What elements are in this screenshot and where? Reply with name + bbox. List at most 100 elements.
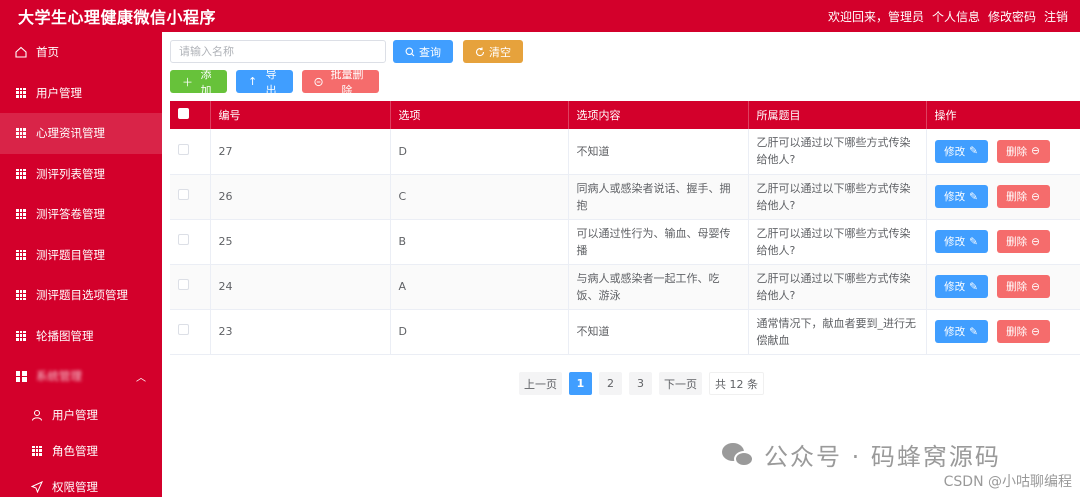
action-toolbar: ＋ 添加 ↑ 导出 批量删除 (170, 68, 379, 97)
change-password-link[interactable]: 修改密码 (988, 8, 1036, 25)
cell-question: 乙肝可以通过以下哪些方式传染给他人? (748, 219, 927, 265)
sidebar-item-label: 权限管理 (52, 479, 98, 494)
sidebar-item-label: 角色管理 (52, 443, 98, 458)
logout-link[interactable]: 注销 (1044, 8, 1068, 25)
cell-id: 23 (210, 309, 391, 355)
edit-icon: ✎ (969, 325, 978, 338)
delete-button[interactable]: 删除 ⊖ (996, 230, 1050, 253)
sidebar-item-assessment-list[interactable]: 测评列表管理 (0, 154, 162, 195)
edit-button[interactable]: 修改 ✎ (934, 275, 988, 298)
sidebar-item-label: 首页 (36, 45, 59, 60)
watermark: 公众号 · 码蜂窝源码 (722, 437, 1001, 472)
grid-icon (14, 86, 28, 100)
grid-icon (30, 444, 44, 458)
search-icon (405, 47, 415, 56)
prev-page-button[interactable]: 上一页 (519, 372, 562, 395)
delete-button[interactable]: 删除 ⊖ (996, 320, 1050, 343)
minus-circle-icon: ⊖ (1031, 190, 1040, 203)
table-row: 24 A 与病人或感染者一起工作、吃饭、游泳 乙肝可以通过以下哪些方式传染给他人… (170, 264, 1080, 310)
add-button-label: 添加 (200, 67, 212, 97)
query-button[interactable]: 查询 (393, 40, 453, 63)
edit-button[interactable]: 修改 ✎ (934, 185, 988, 208)
sidebar-item-system[interactable]: 系统管理 ︿ (0, 356, 162, 397)
clear-button[interactable]: 清空 (463, 40, 523, 63)
sidebar-subitem-permissions[interactable]: 权限管理 (0, 469, 162, 497)
refresh-icon (475, 47, 485, 56)
export-button[interactable]: ↑ 导出 (236, 68, 293, 97)
select-all-cell[interactable] (170, 101, 211, 129)
sidebar-subitem-users[interactable]: 用户管理 (0, 397, 162, 433)
profile-link[interactable]: 个人信息 (932, 8, 980, 25)
delete-button-label: 删除 (1006, 236, 1028, 248)
watermark-text: 公众号 · 码蜂窝源码 (764, 443, 1001, 471)
pagination: 上一页 1 2 3 下一页 共 12 条 (519, 372, 764, 395)
add-button[interactable]: ＋ 添加 (170, 68, 227, 97)
export-button-label: 导出 (265, 67, 277, 97)
row-checkbox[interactable] (178, 324, 189, 335)
row-checkbox[interactable] (178, 279, 189, 290)
cell-content: 同病人或感染者说话、握手、拥抱 (568, 174, 749, 220)
select-all-checkbox[interactable] (178, 108, 189, 119)
plus-icon: ＋ (182, 75, 193, 89)
home-icon (14, 45, 28, 59)
delete-button-label: 删除 (1006, 191, 1028, 203)
sidebar-item-question-options[interactable]: 测评题目选项管理 (0, 275, 162, 316)
batch-delete-button-label: 批量删除 (330, 67, 364, 97)
table-header-row: 编号 选项 选项内容 所属题目 操作 (170, 101, 1080, 129)
minus-circle-icon: ⊖ (1031, 145, 1040, 158)
next-page-button[interactable]: 下一页 (659, 372, 702, 395)
delete-button-label: 删除 (1006, 281, 1028, 293)
table-row: 26 C 同病人或感染者说话、握手、拥抱 乙肝可以通过以下哪些方式传染给他人? … (170, 174, 1080, 220)
data-table: 编号 选项 选项内容 所属题目 操作 27 D 不知道 乙肝可以通过以下哪些方式… (170, 101, 1080, 355)
sidebar-item-answer-sheets[interactable]: 测评答卷管理 (0, 194, 162, 235)
delete-button[interactable]: 删除 ⊖ (996, 185, 1050, 208)
column-header: 选项内容 (568, 101, 749, 129)
sidebar-item-label: 轮播图管理 (36, 328, 94, 343)
sidebar-item-news[interactable]: 心理资讯管理 (0, 113, 162, 154)
cell-option: D (390, 129, 569, 175)
delete-button[interactable]: 删除 ⊖ (996, 139, 1050, 163)
batch-delete-button[interactable]: 批量删除 (302, 68, 379, 97)
row-checkbox[interactable] (178, 143, 189, 155)
clear-button-label: 清空 (489, 45, 511, 59)
query-button-label: 查询 (419, 45, 441, 59)
cell-option: D (390, 309, 569, 355)
search-input[interactable] (170, 40, 386, 63)
cell-question: 乙肝可以通过以下哪些方式传染给他人? (748, 264, 927, 310)
cell-question: 乙肝可以通过以下哪些方式传染给他人? (748, 129, 927, 175)
row-checkbox[interactable] (178, 189, 189, 200)
sidebar-subitem-roles[interactable]: 角色管理 (0, 433, 162, 469)
cell-content: 不知道 (568, 309, 749, 355)
edit-button[interactable]: 修改 ✎ (934, 230, 988, 253)
column-header: 操作 (926, 101, 1080, 129)
sidebar-item-label: 心理资讯管理 (36, 126, 105, 141)
row-checkbox[interactable] (178, 234, 189, 245)
column-header: 编号 (210, 101, 391, 129)
delete-button-label: 删除 (1006, 326, 1028, 338)
welcome-text: 欢迎回来，管理员 (827, 9, 924, 24)
total-count: 共 12 条 (709, 372, 764, 395)
cell-id: 25 (210, 219, 391, 265)
cell-id: 27 (210, 129, 391, 175)
delete-button[interactable]: 删除 ⊖ (996, 275, 1050, 298)
delete-button-label: 删除 (1006, 145, 1028, 158)
sidebar-item-home[interactable]: 首页 (0, 32, 162, 73)
cell-option: C (390, 174, 569, 220)
grid4-icon (14, 369, 28, 383)
edit-button-label: 修改 (944, 281, 966, 293)
grid-icon (14, 207, 28, 221)
sidebar-item-carousel[interactable]: 轮播图管理 (0, 316, 162, 357)
page-2-button[interactable]: 2 (599, 372, 622, 395)
sidebar-item-questions[interactable]: 测评题目管理 (0, 235, 162, 276)
page-1-button[interactable]: 1 (569, 372, 592, 395)
edit-button[interactable]: 修改 ✎ (934, 139, 988, 163)
sidebar-item-label: 测评列表管理 (36, 166, 105, 181)
table-row: 25 B 可以通过性行为、输血、母婴传播 乙肝可以通过以下哪些方式传染给他人? … (170, 219, 1080, 265)
column-header: 所属题目 (748, 101, 927, 129)
csdn-watermark: CSDN @小咕聊编程 (943, 474, 1072, 490)
page-3-button[interactable]: 3 (629, 372, 652, 395)
edit-button[interactable]: 修改 ✎ (934, 320, 988, 343)
sidebar-item-users[interactable]: 用户管理 (0, 73, 162, 114)
cell-option: B (390, 219, 569, 265)
arrow-up-icon: ↑ (248, 75, 258, 88)
